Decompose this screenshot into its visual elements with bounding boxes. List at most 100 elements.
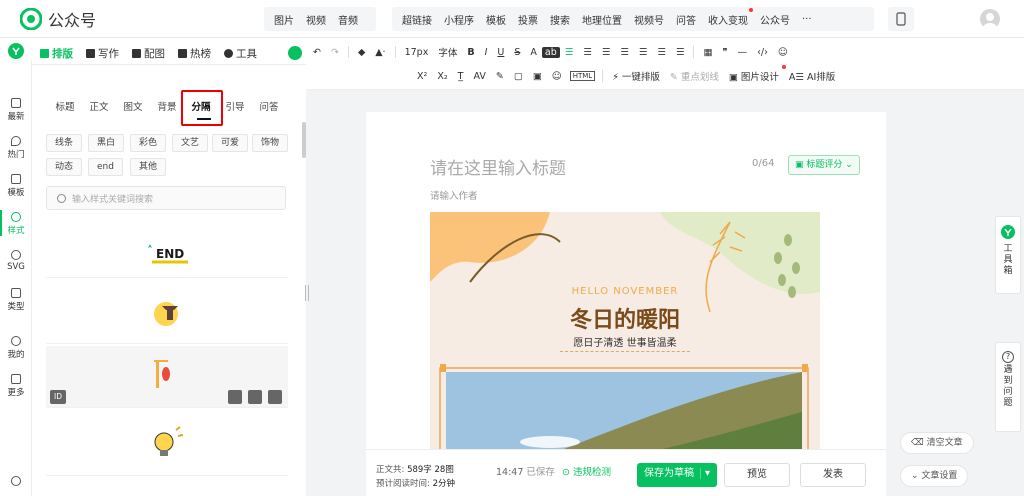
id-badge[interactable]: ID <box>50 390 66 404</box>
leftnav-item-svg[interactable]: SVG <box>0 250 32 272</box>
panel-toggle[interactable] <box>288 46 302 60</box>
subtab-background[interactable]: 背景 <box>150 99 184 113</box>
moon-icon[interactable] <box>228 390 242 404</box>
menu-video[interactable]: 视频 <box>300 12 332 27</box>
leftnav-item-style[interactable]: 样式 <box>0 212 32 236</box>
violation-check-button[interactable]: ⊙ 违规检测 <box>562 464 611 478</box>
avatar[interactable] <box>980 9 1000 29</box>
ai-layout-button[interactable]: A☰ AI排版 <box>784 69 840 83</box>
tab-writing[interactable]: 写作 <box>86 46 119 61</box>
font-color-button[interactable]: A <box>525 47 542 58</box>
subtab-qa[interactable]: 问答 <box>252 99 286 113</box>
align-left-icon[interactable]: ☰ <box>560 47 579 58</box>
undo-button[interactable]: ↶ <box>308 47 326 58</box>
menu-hyperlink[interactable]: 超链接 <box>396 12 438 27</box>
style-search-input[interactable]: 输入样式关键词搜索 <box>46 186 286 210</box>
publish-button[interactable]: 发表 <box>800 463 866 487</box>
menu-image[interactable]: 图片 <box>268 12 300 27</box>
panel-resize-handle[interactable] <box>305 285 309 301</box>
leftnav-item-more[interactable]: 更多 <box>0 374 32 398</box>
tab-tools[interactable]: 工具 <box>224 46 257 61</box>
line-height-icon[interactable]: ☰ <box>615 47 634 58</box>
underline-button[interactable]: U <box>492 47 509 58</box>
list-icon[interactable]: ☰ <box>652 47 671 58</box>
support-button[interactable] <box>0 476 32 488</box>
text-box-icon[interactable]: T̲ <box>453 71 469 82</box>
leftnav-item-type[interactable]: 类型 <box>0 288 32 312</box>
one-click-layout-button[interactable]: ⚡ 一键排版 <box>607 69 665 83</box>
leftnav-item-template[interactable]: 模板 <box>0 174 32 198</box>
spacing-icon[interactable]: ☰ <box>634 47 653 58</box>
help-button[interactable]: ? 遇到问题 <box>995 342 1021 432</box>
table-icon[interactable]: ▦ <box>698 47 717 58</box>
style-card-bulb[interactable] <box>46 410 288 476</box>
superscript-button[interactable]: X² <box>412 71 432 82</box>
redo-button[interactable]: ↷ <box>326 47 344 58</box>
title-score-button[interactable]: ▣ 标题评分 ⌄ <box>788 155 860 175</box>
tag-line[interactable]: 线条 <box>46 134 83 152</box>
article-settings-button[interactable]: ⌄ 文章设置 <box>900 465 969 487</box>
menu-location[interactable]: 地理位置 <box>576 12 628 27</box>
strikethrough-button[interactable]: S <box>509 47 525 58</box>
menu-official-account[interactable]: 公众号 <box>754 12 796 27</box>
letter-spacing-button[interactable]: AV <box>468 71 490 82</box>
author-input[interactable]: 请输入作者 <box>430 188 478 202</box>
format-painter-icon[interactable]: ▲· <box>370 47 390 58</box>
numbered-list-icon[interactable]: ☰ <box>671 47 690 58</box>
subtab-title[interactable]: 标题 <box>48 99 82 113</box>
subscript-button[interactable]: X₂ <box>432 71 452 82</box>
heart-icon[interactable] <box>268 390 282 404</box>
subtab-guide[interactable]: 引导 <box>218 99 252 113</box>
leftnav-item-hot[interactable]: 热门 <box>0 136 32 160</box>
image-insert-icon[interactable]: ▣ <box>528 71 547 82</box>
tag-ornament[interactable]: 饰物 <box>252 134 289 152</box>
tag-cute[interactable]: 可爱 <box>212 134 249 152</box>
tag-other[interactable]: 其他 <box>130 158 167 176</box>
italic-button[interactable]: I <box>480 47 493 58</box>
phone-preview-button[interactable] <box>888 7 914 31</box>
code-icon[interactable]: ‹/› <box>752 47 773 58</box>
clear-article-button[interactable]: ⌫ 清空文章 <box>900 432 974 454</box>
leftnav-item-mine[interactable]: 我的 <box>0 336 32 360</box>
subtab-image-text[interactable]: 图文 <box>116 99 150 113</box>
menu-vote[interactable]: 投票 <box>512 12 544 27</box>
leftnav-item-latest[interactable]: 最新 <box>0 98 32 122</box>
menu-miniprogram[interactable]: 小程序 <box>438 12 480 27</box>
save-draft-button[interactable]: 保存为草稿 ▾ <box>637 463 717 487</box>
subtab-body[interactable]: 正文 <box>82 99 116 113</box>
tab-layout[interactable]: 排版 <box>40 46 73 61</box>
brush-icon[interactable]: ✎ <box>491 71 509 82</box>
menu-audio[interactable]: 音频 <box>332 12 364 27</box>
tab-images[interactable]: 配图 <box>132 46 165 61</box>
menu-channels[interactable]: 视频号 <box>628 12 670 27</box>
key-underline-button[interactable]: ✎ 重点划线 <box>665 69 724 83</box>
highlight-button[interactable]: ab <box>541 46 560 58</box>
edit-icon[interactable] <box>248 390 262 404</box>
html-button[interactable]: HTML <box>569 71 596 81</box>
tag-bw[interactable]: 黑白 <box>88 134 125 152</box>
tag-dynamic[interactable]: 动态 <box>46 158 83 176</box>
menu-monetize[interactable]: 收入变现 <box>702 7 754 27</box>
preview-button[interactable]: 预览 <box>724 463 790 487</box>
tag-end[interactable]: end <box>88 158 123 176</box>
align-center-icon[interactable]: ☰ <box>578 47 597 58</box>
panel-scrollbar[interactable] <box>302 122 306 158</box>
menu-more[interactable]: ··· <box>796 14 818 25</box>
emoji-insert-icon[interactable]: ☺ <box>547 71 567 82</box>
font-family-select[interactable]: 字体 <box>433 45 462 59</box>
title-input[interactable]: 请在这里输入标题 <box>430 154 566 179</box>
tab-trending[interactable]: 热榜 <box>178 46 211 61</box>
hr-icon[interactable]: — <box>733 47 753 58</box>
menu-qa[interactable]: 问答 <box>670 12 702 27</box>
font-size-select[interactable]: 17px <box>400 47 434 58</box>
menu-search[interactable]: 搜索 <box>544 12 576 27</box>
style-card-lantern[interactable]: ID <box>46 346 288 408</box>
logo[interactable]: 公众号 <box>20 7 96 31</box>
tag-literary[interactable]: 文艺 <box>172 134 209 152</box>
emoji-icon[interactable]: ☺ <box>773 47 793 58</box>
eraser-icon[interactable]: ◆ <box>353 47 370 58</box>
indent-icon[interactable]: ☰ <box>597 47 616 58</box>
tag-color[interactable]: 彩色 <box>130 134 167 152</box>
style-card-end[interactable]: END <box>46 226 288 278</box>
quote-icon[interactable]: ❞ <box>717 47 732 58</box>
